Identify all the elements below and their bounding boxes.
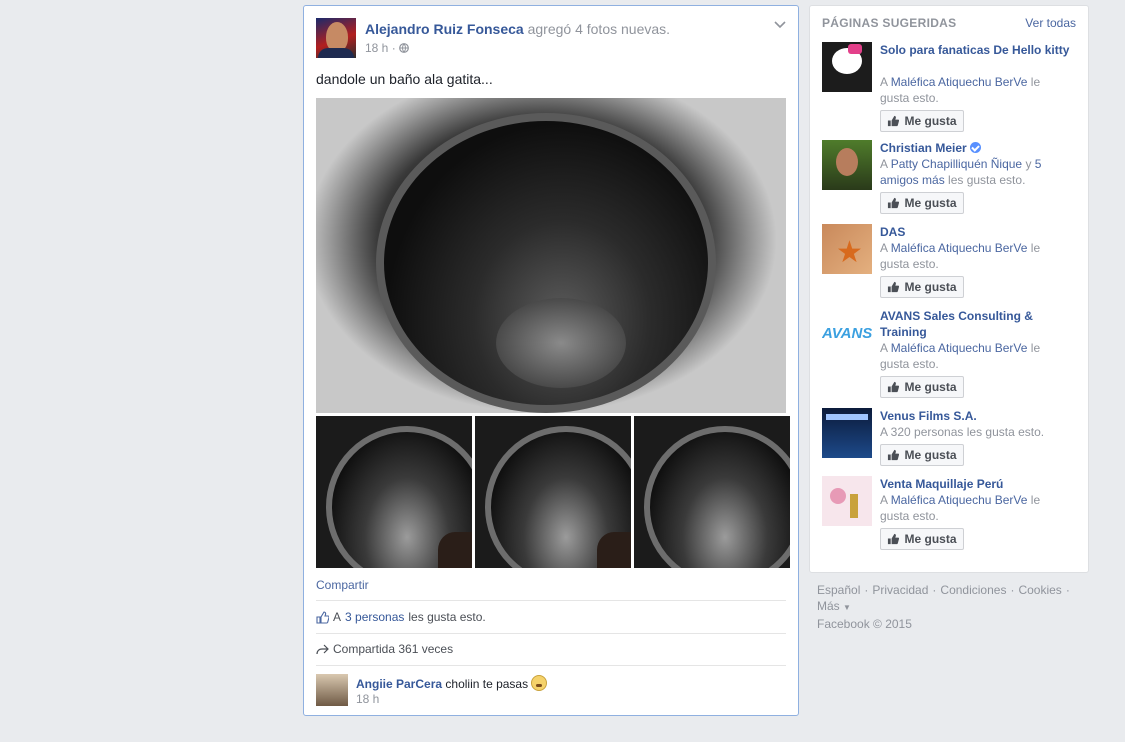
page-name-link[interactable]: DAS <box>880 224 1070 240</box>
friend-link[interactable]: Maléfica Atiquechu BerVe <box>891 493 1028 507</box>
thumbs-up-icon <box>888 281 900 293</box>
meta-separator: · <box>391 41 396 55</box>
like-page-button[interactable]: Me gusta <box>880 528 964 550</box>
divider <box>316 600 786 601</box>
page-social-context: A Maléfica Atiquechu BerVe le gusta esto… <box>880 492 1070 524</box>
author-avatar[interactable] <box>316 18 356 58</box>
likes-suffix: les gusta esto. <box>408 610 486 624</box>
page-name-link[interactable]: Christian Meier <box>880 140 1070 156</box>
context-prefix: A <box>880 493 891 507</box>
friend-link[interactable]: Maléfica Atiquechu BerVe <box>891 75 1028 89</box>
page-picture[interactable] <box>822 408 872 458</box>
post-photo-thumb[interactable] <box>316 416 472 568</box>
panel-title: PÁGINAS SUGERIDAS <box>822 16 957 30</box>
avans-logo: AVANS <box>822 325 872 342</box>
like-label: Me gusta <box>904 380 957 394</box>
page-social-context: A Patty Chapilliquén Ñique y 5 amigos má… <box>880 156 1070 188</box>
globe-icon[interactable] <box>399 43 409 53</box>
verified-badge-icon <box>969 142 981 153</box>
like-page-button[interactable]: Me gusta <box>880 192 964 214</box>
context-prefix: A <box>880 241 891 255</box>
page-picture[interactable]: ★ <box>822 224 872 274</box>
page-name-link[interactable]: Solo para fanaticas De Hello kitty <box>880 42 1070 58</box>
comment-avatar[interactable] <box>316 674 348 706</box>
context-prefix: A <box>880 341 891 355</box>
post-photo-thumb[interactable] <box>475 416 631 568</box>
page-social-context: A Maléfica Atiquechu BerVe le gusta esto… <box>880 74 1070 106</box>
friend-link[interactable]: Maléfica Atiquechu BerVe <box>891 241 1028 255</box>
post-meta: 18 h · <box>365 41 409 55</box>
like-label: Me gusta <box>904 448 957 462</box>
footer-link-cookies[interactable]: Cookies <box>1018 583 1061 597</box>
like-label: Me gusta <box>904 114 957 128</box>
footer-link-privacy[interactable]: Privacidad <box>872 583 928 597</box>
page-name-link[interactable]: AVANS Sales Consulting & Training <box>880 308 1070 340</box>
shares-summary[interactable]: Compartida 361 veces <box>316 642 453 656</box>
page-name: Christian Meier <box>880 141 967 155</box>
thumbs-up-icon <box>316 610 329 624</box>
see-all-link[interactable]: Ver todas <box>1025 16 1076 30</box>
friend-link[interactable]: Maléfica Atiquechu BerVe <box>891 341 1028 355</box>
caret-down-icon: ▼ <box>843 603 851 612</box>
comment-body: Angiie ParCera choliin te pasas <box>356 675 548 691</box>
comment-author-link[interactable]: Angiie ParCera <box>356 677 442 691</box>
post-photo-thumb[interactable] <box>634 416 790 568</box>
shares-count: Compartida 361 veces <box>333 642 454 656</box>
context-prefix: A <box>880 75 891 89</box>
divider <box>316 665 786 666</box>
post-header: Alejandro Ruiz Fonseca agregó 4 fotos nu… <box>365 21 670 37</box>
author-name-link[interactable]: Alejandro Ruiz Fonseca <box>365 21 524 37</box>
page-picture[interactable]: AVANS <box>822 308 872 358</box>
page-name-link[interactable]: Venta Maquillaje Perú <box>880 476 1070 492</box>
post-text: dandole un baño ala gatita... <box>316 71 493 87</box>
share-arrow-icon <box>316 644 329 654</box>
thumbs-up-icon <box>888 533 900 545</box>
context-suffix: les gusta esto. <box>944 173 1026 187</box>
suggested-pages-panel: PÁGINAS SUGERIDAS Ver todas Solo para fa… <box>809 5 1089 573</box>
like-page-button[interactable]: Me gusta <box>880 444 964 466</box>
post-photo-main[interactable] <box>316 98 786 413</box>
divider <box>316 633 786 634</box>
comment-text: choliin te pasas <box>445 677 529 691</box>
page-footer: Español · Privacidad · Condiciones · Cookies · … <box>817 583 1070 613</box>
like-label: Me gusta <box>904 532 957 546</box>
post-action-text: agregó 4 fotos nuevas. <box>527 21 671 37</box>
like-page-button[interactable]: Me gusta <box>880 276 964 298</box>
likes-prefix: A <box>333 610 342 624</box>
context-text: A 320 personas les gusta esto. <box>880 425 1045 439</box>
post-timestamp[interactable]: 18 h <box>365 41 388 55</box>
page-picture[interactable] <box>822 476 872 526</box>
copyright: Facebook © 2015 <box>817 617 912 631</box>
page-social-context: A Maléfica Atiquechu BerVe le gusta esto… <box>880 240 1070 272</box>
thumbs-up-icon <box>888 115 900 127</box>
context-prefix: A <box>880 157 891 171</box>
page-picture[interactable] <box>822 140 872 190</box>
share-link[interactable]: Compartir <box>316 578 369 592</box>
footer-link-more[interactable]: Más ▼ <box>817 599 851 613</box>
thumbs-up-icon <box>888 197 900 209</box>
likes-count-link[interactable]: 3 personas <box>345 610 404 624</box>
footer-link-language[interactable]: Español <box>817 583 860 597</box>
comment-timestamp[interactable]: 18 h <box>356 692 379 706</box>
post-card: Alejandro Ruiz Fonseca agregó 4 fotos nu… <box>303 5 799 716</box>
page-social-context: A 320 personas les gusta esto. <box>880 424 1070 440</box>
more-label: Más <box>817 599 840 613</box>
page-name-link[interactable]: Venus Films S.A. <box>880 408 1070 424</box>
thumbs-up-icon <box>888 449 900 461</box>
chevron-down-icon[interactable] <box>774 18 786 32</box>
like-page-button[interactable]: Me gusta <box>880 376 964 398</box>
thumbs-up-icon <box>888 381 900 393</box>
context-mid: y <box>1022 157 1035 171</box>
likes-summary: A 3 personas les gusta esto. <box>316 610 486 624</box>
footer-link-terms[interactable]: Condiciones <box>940 583 1006 597</box>
like-page-button[interactable]: Me gusta <box>880 110 964 132</box>
like-label: Me gusta <box>904 196 957 210</box>
like-label: Me gusta <box>904 280 957 294</box>
emoji-icon <box>531 675 548 691</box>
page-social-context: A Maléfica Atiquechu BerVe le gusta esto… <box>880 340 1070 372</box>
friend-link[interactable]: Patty Chapilliquén Ñique <box>891 157 1022 171</box>
page-picture[interactable] <box>822 42 872 92</box>
